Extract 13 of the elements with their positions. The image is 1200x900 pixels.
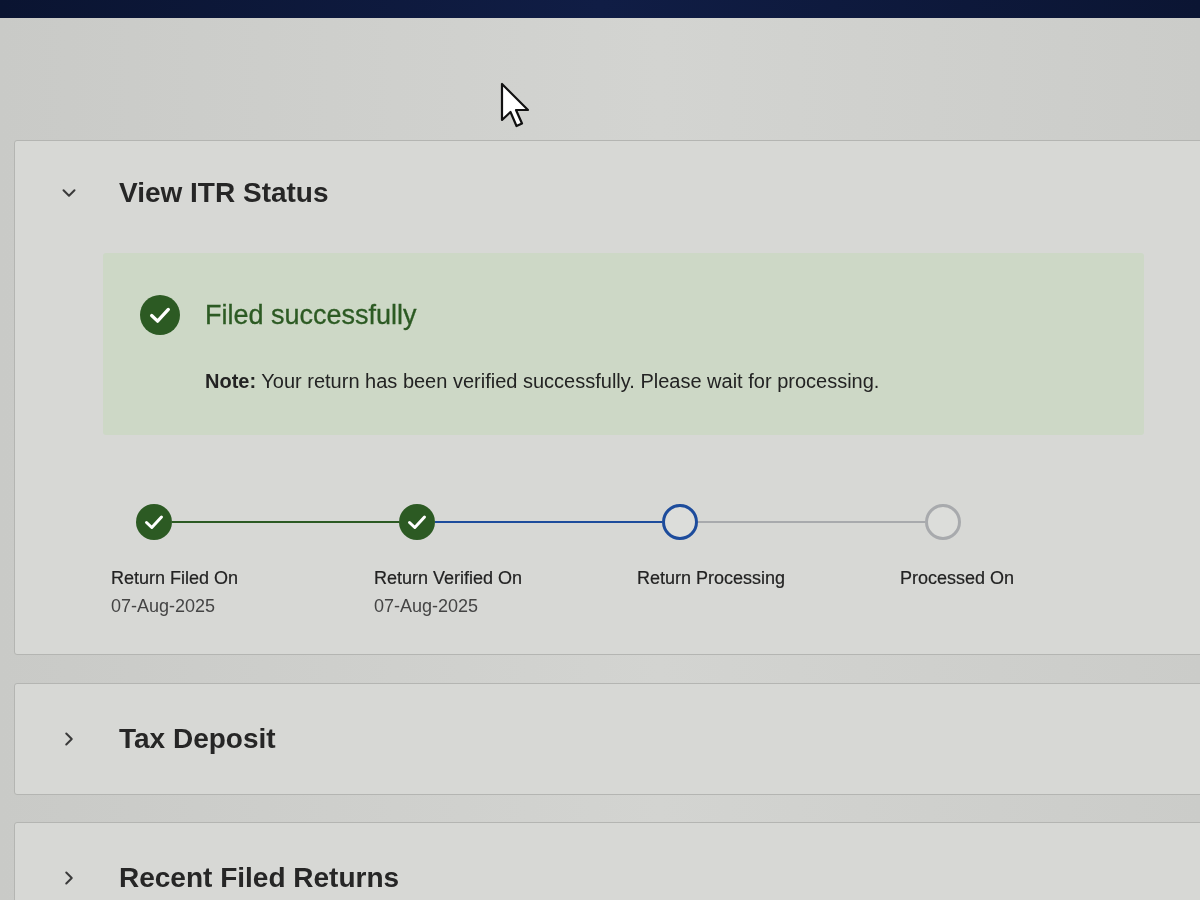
step-label: Return Verified On [374, 567, 523, 590]
section-toggle[interactable]: View ITR Status [58, 175, 329, 211]
step-label: Return Filed On [111, 567, 239, 590]
step-label: Processed On [900, 567, 1015, 590]
check-circle-icon [140, 295, 180, 335]
step-label: Return Processing [637, 567, 786, 590]
mouse-pointer-icon [500, 82, 532, 130]
status-heading: Filed successfully [205, 299, 417, 331]
step-date: 07-Aug-2025 [111, 595, 216, 618]
section-toggle[interactable]: Recent Filed Returns [58, 860, 400, 896]
note-text: Note: Your return has been verified successfully. Please wait for processing. [205, 369, 881, 394]
step-date: 07-Aug-2025 [374, 595, 479, 618]
section-toggle[interactable]: Tax Deposit [58, 721, 276, 757]
